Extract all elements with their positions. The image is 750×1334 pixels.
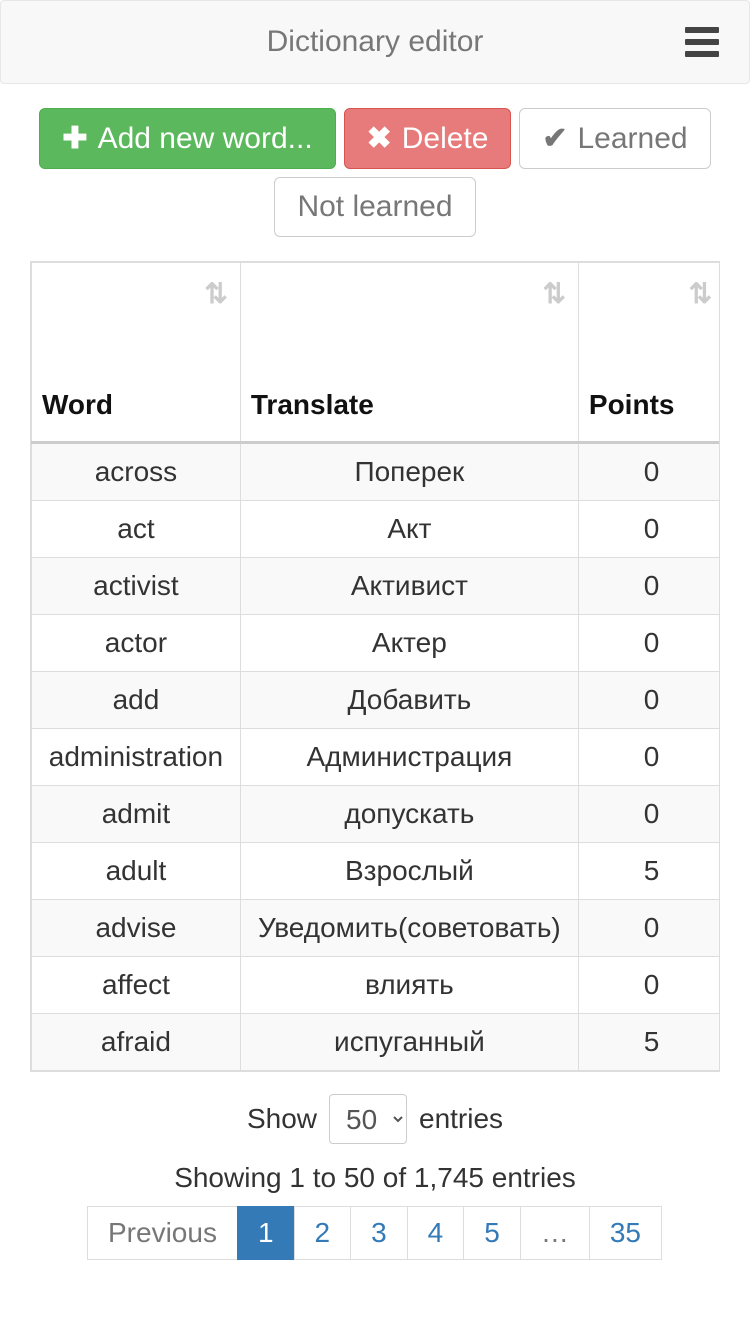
page-last[interactable]: 35	[589, 1206, 662, 1260]
table-row[interactable]: adviseУведомить(советовать)0	[32, 900, 721, 957]
column-header-points[interactable]: Points	[578, 263, 720, 443]
menu-toggle-button[interactable]	[685, 27, 719, 57]
table-row[interactable]: addДобавить0	[32, 672, 721, 729]
table-row[interactable]: acrossПоперек0	[32, 443, 721, 501]
table-row[interactable]: affectвлиять0	[32, 957, 721, 1014]
page-title: Dictionary editor	[267, 25, 484, 59]
cell-word: administration	[32, 729, 241, 786]
dictionary-table: Word Translate Points F acrossПоперек0ac…	[31, 262, 720, 1071]
page-1[interactable]: 1	[237, 1206, 295, 1260]
page-previous[interactable]: Previous	[87, 1206, 238, 1260]
hamburger-bar	[685, 51, 719, 57]
hamburger-bar	[685, 27, 719, 33]
cell-word: advise	[32, 900, 241, 957]
cell-points: 5	[578, 1014, 720, 1071]
table-header-row: Word Translate Points F	[32, 263, 721, 443]
cell-points: 0	[578, 957, 720, 1014]
learned-label: Learned	[577, 122, 687, 156]
table-row[interactable]: administrationАдминистрация0	[32, 729, 721, 786]
table-row[interactable]: admitдопускать0	[32, 786, 721, 843]
table-row[interactable]: actorАктер0	[32, 615, 721, 672]
not-learned-button[interactable]: Not learned	[274, 177, 475, 237]
cell-points: 0	[578, 615, 720, 672]
cell-points: 5	[578, 843, 720, 900]
cell-points: 0	[578, 443, 720, 501]
learned-button[interactable]: Learned	[519, 108, 710, 169]
cell-translate: Акт	[240, 501, 578, 558]
close-icon	[367, 121, 392, 156]
page-ellipsis: …	[520, 1206, 590, 1260]
cell-translate: влиять	[240, 957, 578, 1014]
table-row[interactable]: activistАктивист0	[32, 558, 721, 615]
add-word-label: Add new word...	[98, 122, 313, 156]
table-row[interactable]: actАкт0	[32, 501, 721, 558]
cell-translate: Администрация	[240, 729, 578, 786]
show-suffix: entries	[419, 1103, 503, 1135]
cell-word: adult	[32, 843, 241, 900]
cell-word: actor	[32, 615, 241, 672]
toolbar: Add new word... Delete Learned Not learn…	[0, 104, 750, 241]
plus-icon	[62, 121, 87, 156]
cell-translate: Активист	[240, 558, 578, 615]
cell-points: 0	[578, 501, 720, 558]
column-header-translate[interactable]: Translate	[240, 263, 578, 443]
table-row[interactable]: adultВзрослый5	[32, 843, 721, 900]
not-learned-label: Not learned	[297, 190, 452, 224]
cell-points: 0	[578, 558, 720, 615]
cell-translate: Поперек	[240, 443, 578, 501]
cell-word: admit	[32, 786, 241, 843]
page-size-select[interactable]: 50	[329, 1094, 407, 1144]
page-size-control: Show 50 entries	[30, 1094, 720, 1144]
cell-translate: испуганный	[240, 1014, 578, 1071]
cell-word: affect	[32, 957, 241, 1014]
cell-word: add	[32, 672, 241, 729]
cell-word: activist	[32, 558, 241, 615]
cell-points: 0	[578, 900, 720, 957]
add-word-button[interactable]: Add new word...	[39, 108, 335, 169]
table-footer: Show 50 entries Showing 1 to 50 of 1,745…	[30, 1094, 720, 1260]
entries-info: Showing 1 to 50 of 1,745 entries	[30, 1162, 720, 1194]
cell-translate: допускать	[240, 786, 578, 843]
sort-icon	[542, 277, 565, 310]
cell-word: afraid	[32, 1014, 241, 1071]
delete-label: Delete	[402, 122, 489, 156]
page-5[interactable]: 5	[463, 1206, 521, 1260]
delete-button[interactable]: Delete	[344, 108, 512, 169]
show-prefix: Show	[247, 1103, 317, 1135]
table-body: acrossПоперек0actАкт0activistАктивист0ac…	[32, 443, 721, 1071]
header-word-label: Word	[42, 389, 113, 420]
cell-points: 0	[578, 786, 720, 843]
page-4[interactable]: 4	[407, 1206, 465, 1260]
cell-translate: Взрослый	[240, 843, 578, 900]
sort-icon	[204, 277, 227, 310]
dictionary-table-wrapper: Word Translate Points F acrossПоперек0ac…	[30, 261, 720, 1072]
header-points-label: Points	[589, 389, 675, 420]
page-3[interactable]: 3	[350, 1206, 408, 1260]
cell-translate: Уведомить(советовать)	[240, 900, 578, 957]
header-translate-label: Translate	[251, 389, 374, 420]
cell-translate: Актер	[240, 615, 578, 672]
cell-translate: Добавить	[240, 672, 578, 729]
cell-points: 0	[578, 672, 720, 729]
table-row[interactable]: afraidиспуганный5	[32, 1014, 721, 1071]
pagination: Previous 1 2 3 4 5 … 35	[30, 1206, 720, 1260]
cell-word: act	[32, 501, 241, 558]
column-header-word[interactable]: Word	[32, 263, 241, 443]
cell-word: across	[32, 443, 241, 501]
hamburger-bar	[685, 39, 719, 45]
sort-icon	[689, 277, 712, 310]
check-icon	[542, 121, 567, 156]
navbar: Dictionary editor	[0, 0, 750, 84]
cell-points: 0	[578, 729, 720, 786]
page-2[interactable]: 2	[294, 1206, 352, 1260]
